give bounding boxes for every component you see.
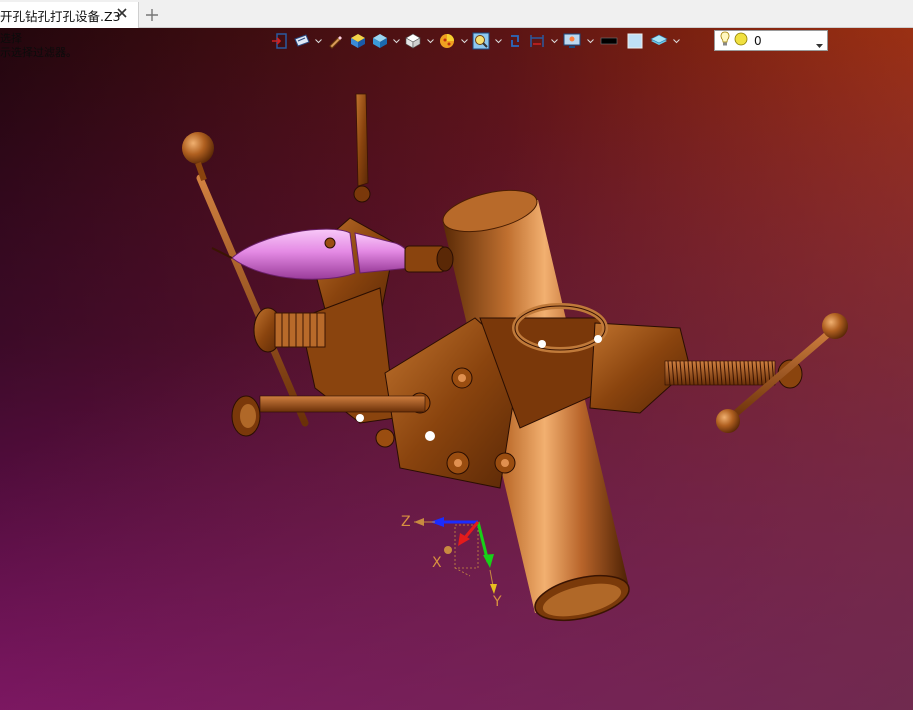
chevron-down-icon[interactable] bbox=[672, 30, 680, 52]
top-arm[interactable] bbox=[353, 93, 371, 203]
light-color-swatch-icon[interactable] bbox=[624, 30, 646, 52]
chevron-down-icon[interactable] bbox=[426, 30, 434, 52]
model-scene[interactable]: Z X Y bbox=[0, 28, 913, 710]
axis-label-z: Z bbox=[401, 514, 411, 530]
3d-viewport[interactable]: Z X Y 选择 示选择过滤器。 0 bbox=[0, 28, 913, 710]
axis-label-x: X bbox=[432, 555, 442, 571]
dimension-icon[interactable] bbox=[528, 30, 550, 52]
chevron-down-icon[interactable] bbox=[460, 30, 468, 52]
axis-triad: Z X Y bbox=[401, 514, 502, 610]
chevron-down-icon[interactable] bbox=[494, 30, 502, 52]
white-cube-icon[interactable] bbox=[400, 30, 426, 52]
black-color-swatch-icon[interactable] bbox=[594, 30, 624, 52]
clamp-screw-right[interactable] bbox=[664, 313, 848, 433]
view-toolbar bbox=[270, 30, 680, 52]
prompt-line-1: 选择 bbox=[0, 32, 22, 45]
command-prompt: 选择 示选择过滤器。 bbox=[0, 32, 77, 60]
layer-stack-icon[interactable] bbox=[646, 30, 672, 52]
axis-label-y: Y bbox=[492, 594, 502, 610]
shaded-cube-icon[interactable] bbox=[370, 30, 392, 52]
view-orient-icon[interactable] bbox=[292, 30, 314, 52]
layer-color-icon bbox=[734, 32, 748, 49]
display-filter-icon[interactable] bbox=[434, 30, 460, 52]
drill-motor[interactable] bbox=[211, 228, 454, 280]
chevron-down-icon[interactable] bbox=[314, 30, 322, 52]
pencil-icon[interactable] bbox=[322, 30, 348, 52]
cad-app-window: 开孔钻孔打孔设备.Z3 Z X Y 选择 示选择过滤器。 0 bbox=[0, 0, 913, 710]
zoom-fit-icon[interactable] bbox=[468, 30, 494, 52]
close-icon[interactable] bbox=[114, 5, 130, 21]
prompt-line-2: 示选择过滤器。 bbox=[0, 46, 77, 59]
lightbulb-icon bbox=[719, 31, 731, 50]
chevron-down-icon[interactable] bbox=[816, 38, 823, 52]
chevron-down-icon[interactable] bbox=[550, 30, 558, 52]
render-mode-icon[interactable] bbox=[348, 30, 370, 52]
document-tab-bar: 开孔钻孔打孔设备.Z3 bbox=[0, 0, 913, 28]
chevron-down-icon[interactable] bbox=[392, 30, 400, 52]
chevron-down-icon[interactable] bbox=[586, 30, 594, 52]
exit-sketch-icon[interactable] bbox=[270, 30, 292, 52]
screen-capture-icon[interactable] bbox=[558, 30, 586, 52]
rotate-icon[interactable] bbox=[502, 30, 528, 52]
add-tab-icon[interactable] bbox=[143, 6, 161, 24]
layer-dropdown[interactable]: 0 bbox=[714, 30, 828, 51]
layer-value: 0 bbox=[754, 33, 762, 48]
document-tab-title: 开孔钻孔打孔设备.Z3 bbox=[0, 8, 121, 24]
